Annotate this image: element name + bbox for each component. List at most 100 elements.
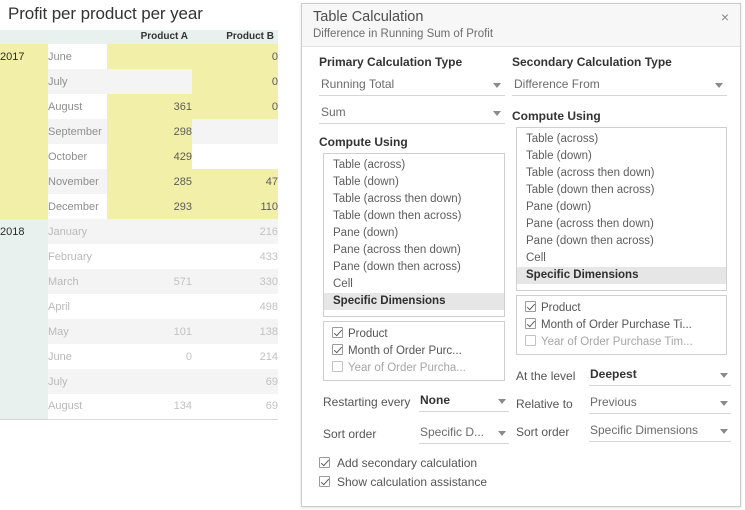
table-row[interactable]: 2018 January 216 — [0, 219, 278, 244]
primary-compute-using-option[interactable]: Pane (across then down) — [324, 242, 504, 259]
secondary-compute-using-option[interactable]: Pane (across then down) — [517, 216, 726, 233]
primary-compute-using-option[interactable]: Table (across then down) — [324, 191, 504, 208]
relative-to-select[interactable]: Previous — [589, 393, 731, 414]
at-the-level-select[interactable]: Deepest — [589, 365, 731, 386]
year-cell-empty[interactable] — [0, 394, 48, 420]
month-cell[interactable]: July — [48, 369, 107, 394]
year-cell-empty[interactable] — [0, 144, 48, 169]
year-cell-empty[interactable] — [0, 169, 48, 194]
product-a-cell[interactable]: 134 — [107, 394, 192, 420]
secondary-dimension-row[interactable]: Year of Order Purchase Tim... — [517, 334, 726, 351]
table-row[interactable]: July 0 — [0, 69, 278, 94]
year-cell[interactable]: 2018 — [0, 219, 48, 244]
primary-dimension-checkbox[interactable] — [332, 361, 343, 372]
year-cell-empty[interactable] — [0, 69, 48, 94]
primary-compute-using-option[interactable]: Table (across) — [324, 157, 504, 174]
product-a-cell[interactable]: 298 — [107, 119, 192, 144]
year-cell-empty[interactable] — [0, 244, 48, 269]
month-cell[interactable]: January — [48, 219, 107, 244]
primary-compute-using-option[interactable]: Table (down then across) — [324, 208, 504, 225]
product-b-cell[interactable]: 47 — [192, 169, 278, 194]
primary-compute-using-option[interactable]: Specific Dimensions — [324, 293, 504, 310]
secondary-dimensions-list[interactable]: Product Month of Order Purchase Ti... Year… — [516, 295, 727, 355]
product-b-cell[interactable]: 0 — [192, 69, 278, 94]
crosstab-table[interactable]: Product A Product B 2017 June 0 July 0 August… — [0, 30, 278, 420]
table-row[interactable]: July 69 — [0, 369, 278, 394]
product-a-cell[interactable]: 429 — [107, 144, 192, 169]
add-secondary-calculation-checkbox[interactable] — [319, 457, 330, 468]
year-cell-empty[interactable] — [0, 294, 48, 319]
close-icon[interactable]: × — [717, 10, 733, 26]
table-row[interactable]: August 361 0 — [0, 94, 278, 119]
table-row[interactable]: April 498 — [0, 294, 278, 319]
product-a-cell[interactable]: 293 — [107, 194, 192, 219]
product-b-cell[interactable]: 0 — [192, 44, 278, 69]
secondary-dimension-row[interactable]: Product — [517, 300, 726, 317]
primary-dimension-row[interactable]: Product — [324, 326, 504, 343]
secondary-sort-order-select[interactable]: Specific Dimensions — [589, 421, 731, 442]
month-cell[interactable]: November — [48, 169, 107, 194]
month-cell[interactable]: August — [48, 394, 107, 420]
product-a-cell[interactable] — [107, 44, 192, 69]
month-cell[interactable]: April — [48, 294, 107, 319]
month-cell[interactable]: October — [48, 144, 107, 169]
product-b-cell[interactable]: 214 — [192, 344, 278, 369]
secondary-compute-using-option[interactable]: Specific Dimensions — [517, 267, 726, 284]
product-a-cell[interactable]: 285 — [107, 169, 192, 194]
show-calculation-assistance-row[interactable]: Show calculation assistance — [319, 473, 487, 492]
product-a-cell[interactable]: 101 — [107, 319, 192, 344]
secondary-compute-using-option[interactable]: Table (across) — [517, 131, 726, 148]
secondary-compute-using-option[interactable]: Pane (down then across) — [517, 233, 726, 250]
table-row[interactable]: October 429 — [0, 144, 278, 169]
product-b-cell[interactable]: 330 — [192, 269, 278, 294]
primary-calc-type-select[interactable]: Running Total — [319, 75, 505, 96]
product-b-cell[interactable]: 69 — [192, 369, 278, 394]
year-cell-empty[interactable] — [0, 319, 48, 344]
primary-compute-using-option[interactable]: Pane (down then across) — [324, 259, 504, 276]
product-a-cell[interactable] — [107, 244, 192, 269]
secondary-compute-using-list[interactable]: Table (across) Table (down) Table (across … — [516, 127, 727, 291]
product-a-cell[interactable] — [107, 369, 192, 394]
month-cell[interactable]: August — [48, 94, 107, 119]
table-row[interactable]: August 134 69 — [0, 394, 278, 420]
secondary-calc-type-select[interactable]: Difference From — [512, 75, 727, 96]
add-secondary-calculation-row[interactable]: Add secondary calculation — [319, 454, 487, 473]
product-a-cell[interactable]: 361 — [107, 94, 192, 119]
primary-compute-using-list[interactable]: Table (across) Table (down) Table (across … — [323, 153, 505, 317]
primary-dimensions-list[interactable]: Product Month of Order Purc... Year of Ord… — [323, 321, 505, 381]
year-cell-empty[interactable] — [0, 369, 48, 394]
secondary-dimension-row[interactable]: Month of Order Purchase Ti... — [517, 317, 726, 334]
month-cell[interactable]: December — [48, 194, 107, 219]
primary-compute-using-option[interactable]: Table (down) — [324, 174, 504, 191]
month-cell[interactable]: July — [48, 69, 107, 94]
year-cell[interactable]: 2017 — [0, 44, 48, 69]
secondary-compute-using-option[interactable]: Table (down) — [517, 148, 726, 165]
primary-compute-using-option[interactable]: Cell — [324, 276, 504, 293]
secondary-dimension-checkbox[interactable] — [525, 301, 536, 312]
secondary-compute-using-option[interactable]: Pane (down) — [517, 199, 726, 216]
table-row[interactable]: May 101 138 — [0, 319, 278, 344]
secondary-dimension-checkbox[interactable] — [525, 318, 536, 329]
product-a-cell[interactable] — [107, 294, 192, 319]
month-cell[interactable]: February — [48, 244, 107, 269]
show-calculation-assistance-checkbox[interactable] — [319, 476, 330, 487]
product-a-cell[interactable] — [107, 219, 192, 244]
table-row[interactable]: 2017 June 0 — [0, 44, 278, 69]
product-b-cell[interactable]: 110 — [192, 194, 278, 219]
primary-dimension-checkbox[interactable] — [332, 344, 343, 355]
year-cell-empty[interactable] — [0, 269, 48, 294]
column-header-product-b[interactable]: Product B — [192, 30, 278, 44]
product-b-cell[interactable]: 216 — [192, 219, 278, 244]
month-cell[interactable]: June — [48, 344, 107, 369]
table-row[interactable]: February 433 — [0, 244, 278, 269]
secondary-compute-using-option[interactable]: Table (down then across) — [517, 182, 726, 199]
year-cell-empty[interactable] — [0, 119, 48, 144]
secondary-dimension-checkbox[interactable] — [525, 335, 536, 346]
table-row[interactable]: September 298 — [0, 119, 278, 144]
secondary-compute-using-option[interactable]: Cell — [517, 250, 726, 267]
month-cell[interactable]: May — [48, 319, 107, 344]
year-cell-empty[interactable] — [0, 94, 48, 119]
product-a-cell[interactable]: 0 — [107, 344, 192, 369]
primary-dimension-row[interactable]: Month of Order Purc... — [324, 343, 504, 360]
table-row[interactable]: December 293 110 — [0, 194, 278, 219]
